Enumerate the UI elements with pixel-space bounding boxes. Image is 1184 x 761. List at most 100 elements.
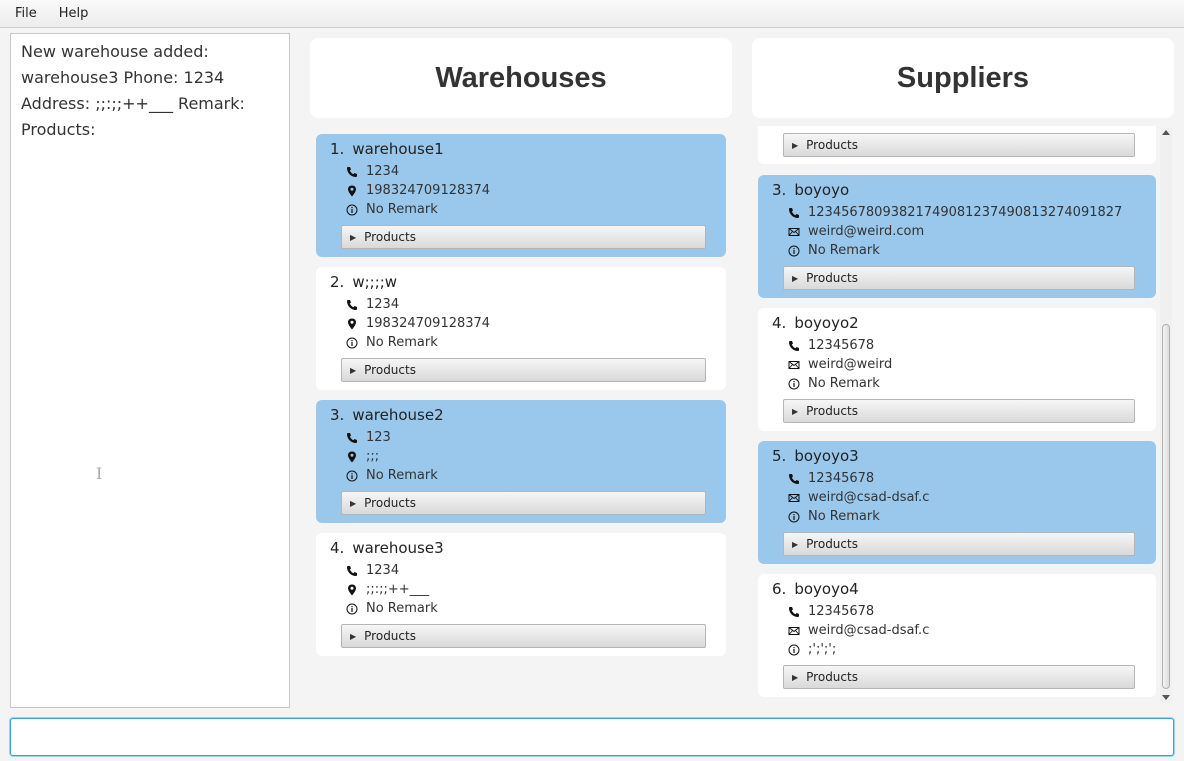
products-expander[interactable]: ▶ Products — [341, 358, 706, 382]
remark-row: No Remark — [346, 599, 438, 618]
result-text: New warehouse added: warehouse3 Phone: 1… — [21, 42, 245, 139]
remark-row: No Remark — [788, 507, 880, 526]
products-expander[interactable]: ▶ Products — [783, 665, 1135, 689]
remark-value: No Remark — [808, 243, 880, 258]
info-icon — [346, 603, 358, 615]
phone-row: 12345678 — [788, 469, 874, 488]
products-label: Products — [364, 363, 416, 377]
supplier-card[interactable]: 5. boyoyo3 12345678 weird@csad-dsaf.c No … — [758, 441, 1156, 564]
warehouse-card[interactable]: 2. w;;;;w 1234 198324709128374 No Remark … — [316, 267, 726, 390]
products-label: Products — [806, 271, 858, 285]
menu-help[interactable]: Help — [47, 6, 99, 21]
menu-file[interactable]: File — [0, 6, 47, 21]
card-index: 4. — [772, 314, 787, 332]
triangle-right-icon: ▶ — [792, 672, 799, 682]
envelope-icon — [788, 226, 800, 238]
remark-value: No Remark — [366, 202, 438, 217]
location-pin-icon — [346, 185, 358, 197]
products-expander[interactable]: ▶ Products — [783, 532, 1135, 556]
supplier-card[interactable]: 6. boyoyo4 12345678 weird@csad-dsaf.c ;';… — [758, 574, 1156, 697]
remark-row: No Remark — [346, 466, 438, 485]
card-index: 2. — [330, 273, 345, 291]
remark-value: ;';';'; — [808, 642, 837, 657]
scroll-thumb[interactable] — [1162, 324, 1170, 689]
remark-value: No Remark — [366, 335, 438, 350]
products-label: Products — [806, 404, 858, 418]
remark-row: No Remark — [346, 200, 438, 219]
supplier-title: 5. boyoyo3 — [772, 447, 859, 465]
supplier-name: boyoyo2 — [794, 314, 859, 332]
address-row: ;;; — [346, 447, 379, 466]
scroll-up-arrow-icon[interactable] — [1162, 130, 1170, 135]
triangle-right-icon: ▶ — [792, 539, 799, 549]
address-value: ;;; — [366, 449, 380, 464]
products-label: Products — [364, 230, 416, 244]
phone-value: 123 — [366, 430, 391, 445]
phone-icon — [788, 606, 800, 618]
address-row: ;;:;;++___ — [346, 580, 429, 599]
products-label: Products — [806, 537, 858, 551]
warehouse-title: 4. warehouse3 — [330, 539, 444, 557]
email-value: weird@csad-dsaf.c — [808, 490, 930, 505]
email-value: weird@csad-dsaf.c — [808, 623, 930, 638]
supplier-card[interactable]: 4. boyoyo2 12345678 weird@weird No Remark… — [758, 308, 1156, 431]
info-icon — [788, 378, 800, 390]
scroll-down-arrow-icon[interactable] — [1162, 695, 1170, 700]
supplier-card[interactable]: 3. boyoyo 1234567809382174908123749081327… — [758, 175, 1156, 298]
supplier-title: 6. boyoyo4 — [772, 580, 859, 598]
supplier-card-partial[interactable]: ▶ Products — [758, 126, 1156, 164]
warehouse-title: 1. warehouse1 — [330, 140, 444, 158]
supplier-title: 3. boyoyo — [772, 181, 849, 199]
email-value: weird@weird.com — [808, 224, 925, 239]
info-icon — [346, 337, 358, 349]
email-row: weird@csad-dsaf.c — [788, 488, 929, 507]
products-expander[interactable]: ▶ Products — [783, 133, 1135, 157]
card-index: 1. — [330, 140, 345, 158]
products-label: Products — [806, 138, 858, 152]
address-row: 198324709128374 — [346, 314, 490, 333]
triangle-right-icon: ▶ — [350, 498, 357, 508]
phone-icon — [346, 299, 358, 311]
triangle-right-icon: ▶ — [792, 273, 799, 283]
card-index: 3. — [330, 406, 345, 424]
products-label: Products — [364, 629, 416, 643]
supplier-list[interactable]: ▶ Products 3. boyoyo 123456780938217490812… — [758, 126, 1156, 706]
warehouse-card[interactable]: 1. warehouse1 1234 198324709128374 No Rem… — [316, 134, 726, 257]
phone-row: 12345678 — [788, 336, 874, 355]
phone-icon — [788, 340, 800, 352]
products-expander[interactable]: ▶ Products — [341, 491, 706, 515]
phone-row: 1234 — [346, 561, 399, 580]
location-pin-icon — [346, 584, 358, 596]
supplier-title: 4. boyoyo2 — [772, 314, 859, 332]
address-value: ;;:;;++___ — [366, 582, 430, 597]
products-expander[interactable]: ▶ Products — [341, 225, 706, 249]
envelope-icon — [788, 359, 800, 371]
remark-value: No Remark — [366, 601, 438, 616]
phone-icon — [346, 432, 358, 444]
warehouse-card[interactable]: 3. warehouse2 123 ;;; No Remark ▶ Products — [316, 400, 726, 523]
phone-value: 1234 — [366, 297, 400, 312]
menu-bar: File Help — [0, 0, 1184, 28]
warehouse-title: 3. warehouse2 — [330, 406, 444, 424]
address-value: 198324709128374 — [366, 183, 491, 198]
products-expander[interactable]: ▶ Products — [783, 399, 1135, 423]
warehouse-name: warehouse1 — [352, 140, 444, 158]
supplier-name: boyoyo — [794, 181, 850, 199]
triangle-right-icon: ▶ — [350, 631, 357, 641]
warehouse-card[interactable]: 4. warehouse3 1234 ;;:;;++___ No Remark ▶… — [316, 533, 726, 656]
phone-icon — [346, 166, 358, 178]
location-pin-icon — [346, 318, 358, 330]
result-display[interactable]: New warehouse added: warehouse3 Phone: 1… — [10, 33, 290, 708]
products-expander[interactable]: ▶ Products — [783, 266, 1135, 290]
supplier-scrollbar[interactable] — [1160, 128, 1172, 703]
command-input[interactable] — [10, 718, 1174, 756]
phone-row: 1234 — [346, 295, 399, 314]
products-expander[interactable]: ▶ Products — [341, 624, 706, 648]
card-index: 5. — [772, 447, 787, 465]
text-cursor-icon: I — [96, 464, 103, 483]
warehouse-list[interactable]: 1. warehouse1 1234 198324709128374 No Rem… — [316, 126, 726, 710]
info-icon — [788, 644, 800, 656]
info-icon — [788, 245, 800, 257]
products-label: Products — [364, 496, 416, 510]
card-index: 6. — [772, 580, 787, 598]
